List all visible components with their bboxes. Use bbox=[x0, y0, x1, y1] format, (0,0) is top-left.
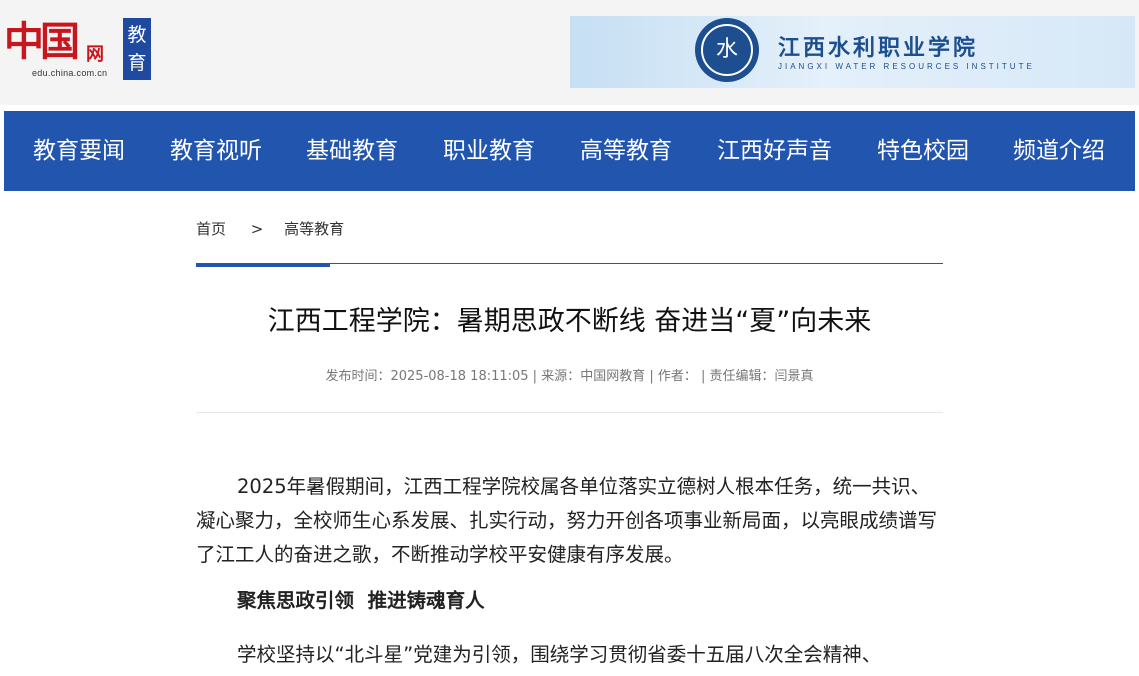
nav-item-featured-campus[interactable]: 特色校园 bbox=[877, 111, 969, 191]
article-subheading: 聚焦思政引领 推进铸魂育人 bbox=[237, 589, 485, 612]
school-seal-icon: 水 bbox=[695, 18, 759, 82]
jiangxi-water-banner[interactable]: 水 江西水利职业学院 JIANGXI WATER RESOURCES INSTI… bbox=[570, 16, 1135, 88]
nav-item-vocational-edu[interactable]: 职业教育 bbox=[443, 111, 535, 191]
breadcrumb-underline-accent bbox=[196, 263, 330, 267]
breadcrumb-separator: > bbox=[250, 220, 264, 238]
seal-glyph: 水 bbox=[701, 24, 753, 76]
china-edu-logo[interactable]: 中国 网 edu.china.com.cn 教育 bbox=[4, 14, 154, 82]
banner-school-name-en: JIANGXI WATER RESOURCES INSTITUTE bbox=[778, 62, 1035, 71]
nav-item-channel-intro[interactable]: 频道介绍 bbox=[1013, 111, 1105, 191]
nav-item-edu-news[interactable]: 教育要闻 bbox=[33, 111, 125, 191]
logo-china-text: 中国 bbox=[4, 18, 80, 65]
nav-item-basic-edu[interactable]: 基础教育 bbox=[306, 111, 398, 191]
breadcrumb: 首页 > 高等教育 bbox=[196, 218, 344, 240]
banner-school-name: 江西水利职业学院 bbox=[778, 35, 979, 61]
article-title: 江西工程学院：暑期思政不断线 奋进当“夏”向未来 bbox=[267, 306, 872, 337]
logo-domain-text: edu.china.com.cn bbox=[32, 68, 108, 78]
article-meta: 发布时间：2025-08-18 18:11:05 | 来源：中国网教育 | 作者… bbox=[325, 369, 814, 384]
breadcrumb-home[interactable]: 首页 bbox=[196, 218, 226, 240]
nav-item-higher-edu[interactable]: 高等教育 bbox=[580, 111, 672, 191]
logo-channel-badge: 教育 bbox=[123, 18, 151, 80]
breadcrumb-current[interactable]: 高等教育 bbox=[284, 218, 344, 240]
article-paragraph: 学校坚持以“北斗星”党建为引领，围绕学习贯彻省委十五届八次全会精神、 bbox=[237, 643, 882, 666]
nav-item-edu-video[interactable]: 教育视听 bbox=[170, 111, 262, 191]
logo-wang-text: 网 bbox=[86, 44, 104, 65]
meta-divider bbox=[196, 412, 943, 413]
top-header: 中国 网 edu.china.com.cn 教育 水 江西水利职业学院 JIAN… bbox=[0, 0, 1139, 105]
nav-item-jiangxi-voice[interactable]: 江西好声音 bbox=[717, 111, 832, 191]
article-paragraph: 2025年暑假期间，江西工程学院校属各单位落实立德树人根本任务，统一共识、凝心聚… bbox=[196, 475, 938, 566]
main-nav: 教育要闻 教育视听 基础教育 职业教育 高等教育 江西好声音 特色校园 频道介绍 bbox=[4, 111, 1135, 191]
article-body: 2025年暑假期间，江西工程学院校属各单位落实立德树人根本任务，统一共识、凝心聚… bbox=[196, 470, 943, 672]
